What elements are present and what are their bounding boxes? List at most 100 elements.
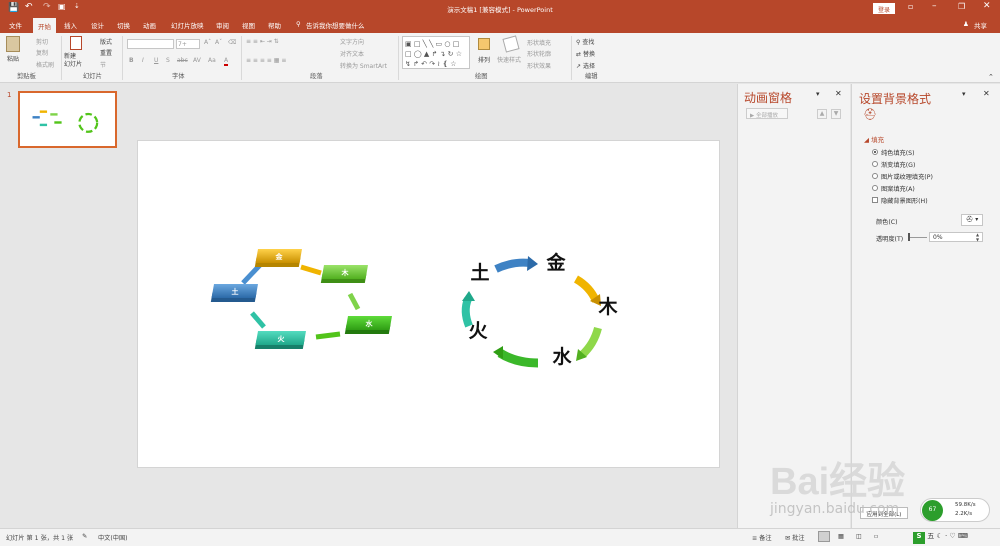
font-name-input[interactable] bbox=[127, 39, 174, 49]
animation-pane-title: 动画窗格 bbox=[744, 91, 793, 105]
replace-button[interactable]: ⇄ 替换 bbox=[576, 49, 595, 58]
reset-button[interactable]: 重置 bbox=[100, 48, 112, 57]
tab-home[interactable]: 开始 bbox=[33, 18, 56, 33]
clear-format-icon[interactable]: ⌫ bbox=[228, 39, 236, 46]
pane-options-icon[interactable]: ▾ bbox=[816, 90, 820, 98]
align-text-button[interactable]: 对齐文本 bbox=[340, 49, 364, 58]
paste-button[interactable]: 粘贴 bbox=[7, 54, 19, 63]
animation-pane-close-icon[interactable]: ✕ bbox=[835, 89, 842, 98]
notes-button[interactable]: ≡ 备注 bbox=[752, 533, 772, 542]
arrange-button[interactable]: 排列 bbox=[478, 55, 490, 64]
font-size-input[interactable]: 7+ bbox=[176, 39, 200, 49]
arrange-icon[interactable] bbox=[478, 38, 490, 50]
shape-outline-button[interactable]: 形状轮廓 bbox=[527, 49, 551, 58]
hide-graphics-label: 隐藏背景图形(H) bbox=[881, 198, 928, 205]
underline-button[interactable]: U bbox=[154, 57, 158, 64]
hide-graphics-checkbox[interactable] bbox=[872, 197, 878, 203]
slide-thumbnail[interactable] bbox=[18, 91, 117, 148]
pane-options-icon[interactable]: ▾ bbox=[962, 90, 966, 98]
tab-view[interactable]: 视图 bbox=[242, 20, 255, 30]
person-icon: ♟ bbox=[963, 20, 969, 28]
close-icon[interactable]: ✕ bbox=[983, 1, 991, 11]
slider-thumb[interactable] bbox=[908, 233, 910, 241]
grow-font-icon[interactable]: Aˆ bbox=[204, 39, 211, 46]
color-picker-button[interactable]: ⛑ ▾ bbox=[961, 214, 983, 226]
tab-help[interactable]: 帮助 bbox=[268, 20, 281, 30]
pattern-fill-radio[interactable] bbox=[872, 185, 878, 191]
section-button[interactable]: 节 bbox=[100, 60, 106, 69]
slideshow-icon[interactable]: ▫ bbox=[874, 533, 878, 540]
shape-fill-button[interactable]: 形状填充 bbox=[527, 38, 551, 47]
layout-button[interactable]: 版式 bbox=[100, 37, 112, 46]
language-indicator[interactable]: 中文(中国) bbox=[98, 533, 128, 542]
minimize-icon[interactable]: – bbox=[932, 1, 937, 11]
tab-file[interactable]: 文件 bbox=[9, 20, 22, 30]
select-button[interactable]: ↗ 选择 bbox=[576, 61, 595, 70]
tab-slideshow[interactable]: 幻灯片放映 bbox=[171, 20, 204, 30]
quick-styles-button[interactable]: 快速样式 bbox=[497, 55, 521, 64]
shadow-button[interactable]: S bbox=[166, 57, 170, 64]
transparency-label: 透明度(T) bbox=[876, 236, 904, 243]
transparency-slider[interactable] bbox=[909, 237, 927, 238]
ribbon-display-icon[interactable]: ▫ bbox=[908, 2, 913, 11]
shrink-font-icon[interactable]: Aˇ bbox=[215, 39, 222, 46]
tab-insert[interactable]: 插入 bbox=[64, 20, 77, 30]
font-color-button[interactable]: A bbox=[224, 57, 229, 66]
bullets-icon[interactable]: ≡ ≡ ⇤ ⇥ ⇅ bbox=[246, 38, 279, 45]
cut-button[interactable]: 剪切 bbox=[36, 37, 48, 46]
slide-sorter-icon[interactable]: ▦ bbox=[838, 533, 844, 540]
download-speed: 2.2K/s bbox=[955, 511, 973, 517]
box-label-blue: 土 bbox=[232, 287, 239, 296]
tab-animations[interactable]: 动画 bbox=[143, 20, 156, 30]
change-case-button[interactable]: Aa bbox=[208, 57, 216, 64]
align-icons[interactable]: ≡ ≡ ≡ ≡ ▦ ≡ bbox=[246, 57, 286, 64]
tab-review[interactable]: 审阅 bbox=[216, 20, 229, 30]
find-button[interactable]: ⚲ 查找 bbox=[576, 37, 594, 46]
quick-styles-icon[interactable] bbox=[502, 35, 520, 53]
ime-toolbar[interactable]: S 五 ☾ · ♡ ⌨ bbox=[913, 531, 997, 544]
slide[interactable]: 金 土 木 火 水 金 木 水 火 土 bbox=[137, 140, 720, 468]
new-slide-icon[interactable] bbox=[70, 36, 82, 50]
fill-section-header[interactable]: ◢ 填充 bbox=[864, 134, 884, 144]
transparency-input[interactable]: 0% bbox=[929, 232, 983, 242]
reading-view-icon[interactable]: ◫ bbox=[856, 533, 862, 540]
restore-icon[interactable]: ❐ bbox=[958, 2, 965, 11]
spellcheck-icon[interactable]: ✎ bbox=[82, 533, 87, 540]
collapse-ribbon-icon[interactable]: ⌃ bbox=[988, 73, 994, 81]
tell-me-input[interactable]: 告诉我你想要做什么 bbox=[306, 20, 365, 30]
shape-effects-button[interactable]: 形状效果 bbox=[527, 61, 551, 70]
copy-button[interactable]: 复制 bbox=[36, 48, 48, 57]
comments-button[interactable]: ✉ 批注 bbox=[785, 533, 805, 542]
tab-transitions[interactable]: 切换 bbox=[117, 20, 130, 30]
bold-button[interactable]: B bbox=[129, 57, 134, 64]
format-painter-button[interactable]: 格式刷 bbox=[36, 60, 54, 69]
shapes-gallery[interactable]: ▣ □ ╲ ╲ ▭ ○ □ □ ◯ ▲ ↱ ↴ ↻ ☆ ↯ ↱ ↶ ↷ ≀ ❴ ☆ bbox=[402, 36, 470, 69]
italic-button[interactable]: I bbox=[142, 57, 144, 64]
new-slide-button[interactable]: 新建 幻灯片 bbox=[64, 53, 82, 69]
cycle-arrow-blue bbox=[494, 256, 538, 273]
fill-bucket-icon[interactable]: ⛑ bbox=[863, 108, 877, 121]
share-button[interactable]: 共享 bbox=[974, 20, 987, 30]
login-button[interactable]: 登录 bbox=[873, 3, 895, 14]
spinner-icon[interactable]: ▲ ▼ bbox=[976, 232, 979, 242]
play-all-button[interactable]: ▶ 全部播放 bbox=[746, 108, 788, 119]
box-label-gold: 金 bbox=[275, 252, 284, 261]
tab-design[interactable]: 设计 bbox=[91, 20, 104, 30]
cycle-label-metal: 金 bbox=[545, 251, 566, 274]
normal-view-icon[interactable] bbox=[818, 531, 830, 542]
gradient-fill-radio[interactable] bbox=[872, 161, 878, 167]
pattern-fill-label: 图案填充(A) bbox=[881, 186, 915, 193]
paste-icon[interactable] bbox=[6, 36, 20, 52]
cycle-arrow-green bbox=[493, 346, 539, 368]
format-pane-close-icon[interactable]: ✕ bbox=[983, 89, 990, 98]
cycle-label-fire: 火 bbox=[468, 320, 488, 342]
solid-fill-radio[interactable] bbox=[872, 149, 878, 155]
spacing-button[interactable]: AV bbox=[193, 57, 201, 64]
title-bar: 💾 ↶ ↷ ▣ ⇣ 演示文稿1 [兼容模式] - PowerPoint 登录 ▫… bbox=[0, 0, 1000, 17]
text-direction-button[interactable]: 文字方向 bbox=[340, 37, 364, 46]
strikethrough-button[interactable]: abc bbox=[177, 57, 188, 64]
move-down-icon[interactable]: ▼ bbox=[831, 109, 841, 119]
smartart-button[interactable]: 转换为 SmartArt bbox=[340, 61, 387, 70]
picture-fill-radio[interactable] bbox=[872, 173, 878, 179]
move-up-icon[interactable]: ▲ bbox=[817, 109, 827, 119]
